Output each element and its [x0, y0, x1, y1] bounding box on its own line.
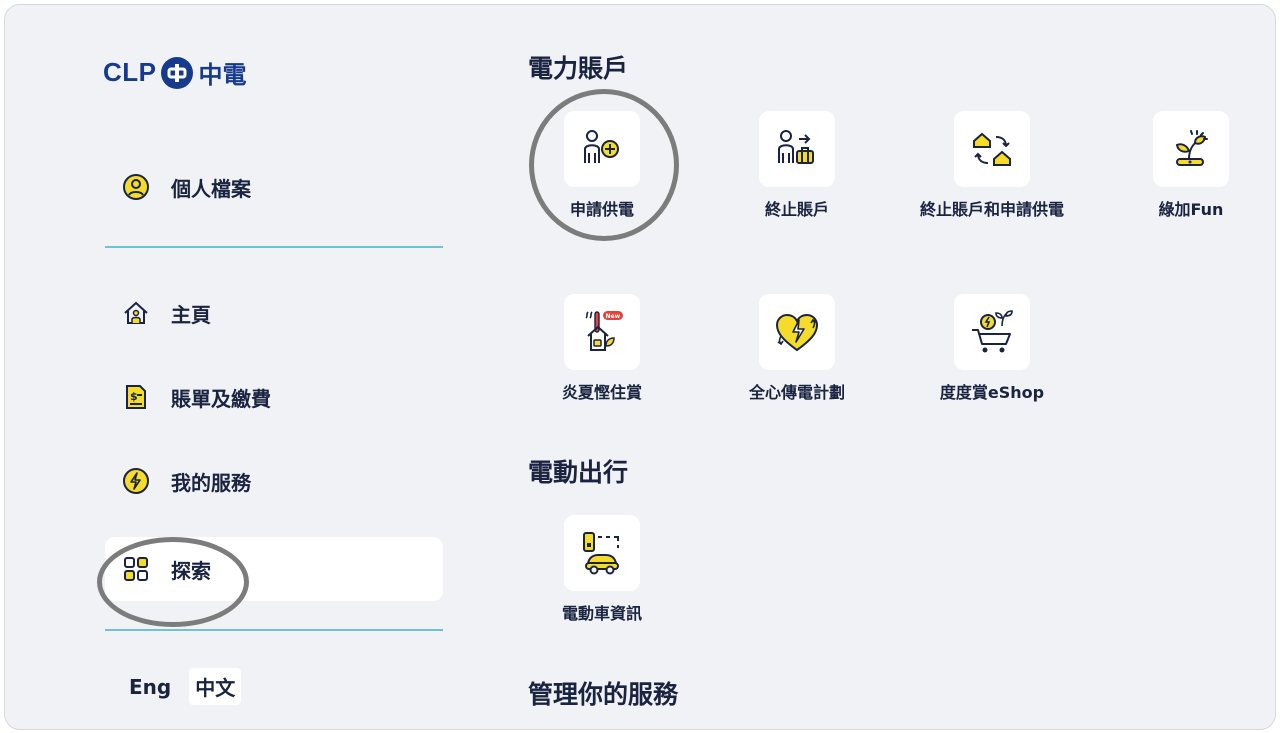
lightning-icon — [121, 466, 151, 496]
sidebar-item-billing[interactable]: $ 賬單及繳費 — [105, 365, 443, 429]
divider — [105, 629, 443, 631]
sidebar-item-my-services[interactable]: 我的服務 — [105, 449, 443, 513]
lang-option-zh[interactable]: 中文 — [189, 668, 242, 705]
tile-eshop[interactable]: 度度賞eShop — [912, 294, 1072, 404]
house-swap-icon — [973, 132, 1011, 166]
sidebar-item-home[interactable]: 主頁 — [105, 281, 443, 345]
logo-zh-text: 中電 — [198, 61, 247, 89]
language-switcher: Eng 中文 — [123, 668, 242, 705]
lang-option-eng[interactable]: Eng — [123, 671, 177, 703]
section-title-e-mobility: 電動出行 — [528, 458, 629, 487]
bill-icon: $ — [121, 382, 151, 412]
tile-icon-box — [759, 111, 835, 187]
section-title-account: 電力賬戶 — [528, 54, 629, 83]
tile-ev-info[interactable]: 電動車資訊 — [522, 515, 682, 625]
tile-power-with-heart[interactable]: 全心傳電計劃 — [717, 294, 877, 404]
tile-icon-box — [954, 294, 1030, 370]
heart-power-icon — [775, 313, 819, 352]
tile-label: 電動車資訊 — [561, 604, 642, 623]
sidebar-item-label: 個人檔案 — [171, 176, 251, 201]
clp-logo[interactable]: CLP 中電 — [103, 55, 247, 90]
tile-icon-box — [564, 515, 640, 591]
person-plus-icon — [584, 130, 619, 163]
grid-icon — [121, 554, 151, 584]
tile-icon-box — [954, 111, 1030, 187]
tile-summer-saving[interactable]: New 炎夏慳住賞 — [522, 294, 682, 404]
svg-text:$: $ — [130, 390, 138, 403]
tile-label: 全心傳電計劃 — [748, 383, 845, 402]
app-window: CLP 中電 個人檔案 主頁 $ 賬單及繳費 我的服務 探索 Eng 中文 電力… — [4, 4, 1276, 730]
sidebar-item-label: 賬單及繳費 — [171, 386, 271, 411]
tile-terminate-and-apply[interactable]: 終止賬戶和申請供電 — [912, 111, 1072, 221]
plant-sprout-icon — [1175, 130, 1208, 166]
tile-label: 終止賬戶 — [764, 200, 829, 219]
divider — [105, 246, 443, 248]
clp-emblem-icon — [160, 56, 193, 89]
tile-label: 炎夏慳住賞 — [561, 383, 642, 402]
eshop-cart-icon — [972, 310, 1013, 353]
tile-icon-box — [564, 111, 640, 187]
svg-text:New: New — [606, 313, 621, 320]
section-title-manage-services: 管理你的服務 — [528, 680, 679, 709]
ev-car-icon — [583, 532, 619, 575]
sidebar-item-label: 探索 — [171, 558, 211, 583]
tile-icon-box — [759, 294, 835, 370]
sidebar-item-profile[interactable]: 個人檔案 — [105, 155, 443, 219]
profile-icon — [121, 172, 151, 202]
home-icon — [121, 298, 151, 328]
tile-label: 度度賞eShop — [939, 383, 1045, 402]
tile-icon-box — [1153, 111, 1229, 187]
tile-green-plus-fun[interactable]: 綠加Fun — [1111, 111, 1271, 221]
tile-label: 終止賬戶和申請供電 — [919, 200, 1064, 219]
logo-text: CLP — [103, 57, 157, 87]
tile-icon-box: New — [564, 294, 640, 370]
person-luggage-icon — [778, 130, 814, 164]
tile-terminate-account[interactable]: 終止賬戶 — [717, 111, 877, 221]
sidebar-item-explore[interactable]: 探索 — [105, 537, 443, 601]
tile-label: 綠加Fun — [1158, 200, 1224, 219]
sidebar-item-label: 主頁 — [171, 302, 211, 327]
tile-label: 申請供電 — [569, 200, 634, 219]
tile-apply-supply[interactable]: 申請供電 — [522, 111, 682, 221]
sidebar-item-label: 我的服務 — [171, 470, 251, 495]
summer-saving-icon: New — [585, 311, 623, 351]
